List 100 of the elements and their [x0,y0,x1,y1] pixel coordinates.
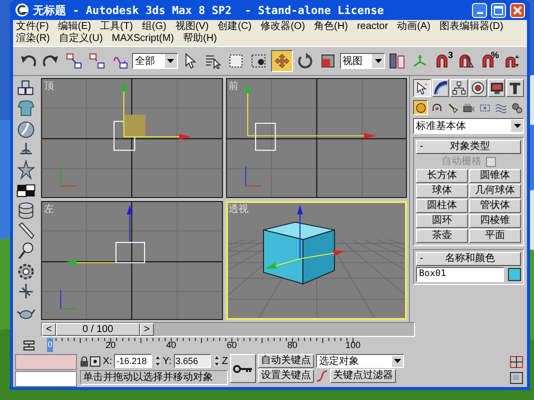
dropdown[interactable]: 视图 [340,53,385,69]
menu-item[interactable]: 图表编辑器(D) [439,21,504,33]
y-label: Y: [162,356,172,366]
object-type-button[interactable]: 圆环 [416,214,468,228]
spotlight-icon[interactable] [16,242,36,261]
axis-tripod-drawing [244,166,262,186]
listener-output-field[interactable] [15,354,77,370]
menu-item[interactable]: 帮助(H) [183,33,217,45]
snap-button[interactable]: 3 [432,50,454,72]
camera-icon [462,102,474,114]
menu-item[interactable]: 编辑(E) [58,21,92,33]
object-type-button[interactable]: 长方体 [416,169,468,183]
shapes-icon [430,102,442,114]
set-key-button[interactable] [230,354,256,383]
lock-icon[interactable] [80,356,88,366]
close-button[interactable] [510,2,525,18]
caret-icon [394,359,401,363]
undo-icon [20,53,36,69]
hierarchy-tab[interactable] [450,79,468,97]
utilities-tab[interactable] [506,79,524,97]
menu-item[interactable]: 创建(C) [218,21,252,33]
listener-input-field[interactable] [15,371,77,387]
hammer-icon [508,81,522,95]
next-frame-button[interactable]: > [140,323,154,336]
menu-item[interactable]: 自定义(U) [58,33,103,45]
snap-label: % [490,51,499,60]
frame-number: 80 [287,340,298,350]
rotate-icon [296,53,312,69]
object-type-button[interactable]: 球体 [416,184,468,198]
object-type-button[interactable]: 几何球体 [469,184,521,198]
y-coordinate-field[interactable]: 3.656 [174,354,212,368]
warp-icon [494,102,506,114]
menu-item[interactable]: 组(G) [142,21,166,33]
close-icon [513,6,522,14]
auto-key-button[interactable]: 自动关键点 [258,354,314,368]
zoom-extents-icon[interactable] [510,372,523,384]
menu-item[interactable]: 工具(T) [100,21,133,33]
pivot-icon [389,53,405,69]
viewport-layout-icon[interactable] [510,356,523,368]
rollout-header[interactable]: - 对象类型 [416,140,521,154]
key-filters-button[interactable]: 关键点过滤器 [330,369,396,383]
menu-item[interactable]: MAXScript(M) [112,33,174,45]
menu-item[interactable]: 视图(V) [175,21,209,33]
angle-magnet-icon [458,53,474,69]
color-swatch[interactable] [508,268,521,281]
snap-label: 3 [448,51,453,60]
absolute-mode-icon[interactable] [90,356,101,366]
sphere-icon[interactable] [16,120,36,139]
app-logo-icon [15,3,29,17]
key-mode-dropdown[interactable]: 选定对象 [316,354,404,368]
window-title: 无标题 - Autodesk 3ds Max 8 SP2 - Stand-alone License [33,2,385,18]
time-slider-thumb[interactable]: 0 / 100 [56,323,140,336]
spinner-icon[interactable] [154,355,161,367]
menu-item[interactable]: 修改器(O) [260,21,306,33]
rollout-header[interactable]: - 名称和颜色 [416,252,521,266]
list-pointer-icon [204,53,220,69]
object-type-button[interactable]: 管状体 [469,199,521,213]
rollout-title: 名称和颜色 [444,253,496,265]
snap-button[interactable]: % [478,50,500,72]
x-coordinate-field[interactable]: -16.218 [114,354,152,368]
key-mode-icon[interactable] [23,340,35,350]
menu-item[interactable]: 文件(F) [16,21,49,33]
minimize-button[interactable] [472,2,487,18]
gear-icon[interactable] [16,262,36,282]
pencil-icon[interactable] [16,221,36,241]
object-name-field[interactable]: Box01 [416,267,504,282]
shirt-icon[interactable] [16,99,36,119]
systems-category-button[interactable] [509,100,524,115]
move-button[interactable] [270,50,292,72]
dropdown-value: 视图 [342,54,362,68]
tangent-curve-icon[interactable] [316,370,328,382]
category-dropdown[interactable]: 标准基本体 [413,118,524,134]
set-key-mode-button[interactable]: 设置关键点 [258,369,314,383]
motion-tab[interactable] [469,79,487,97]
status-prompt: 单击并拖动以选择并移动对象 [80,370,228,385]
menu-item[interactable]: 渲染(R) [16,33,50,45]
object-type-button[interactable]: 圆柱体 [416,199,468,213]
z-label: Z [222,356,228,366]
object-type-button[interactable]: 圆锥体 [469,169,521,183]
redo-icon [43,53,59,69]
dropdown[interactable]: 全部 [132,53,178,69]
wheel-icon [470,81,485,95]
previous-frame-button[interactable]: < [42,323,56,336]
monitor-icon [490,81,504,95]
menu-item[interactable]: 动画(A) [397,21,430,33]
menu-item[interactable]: 角色(H) [314,21,348,33]
crossing-select-icon [250,53,266,69]
disc-stack-icon[interactable] [16,200,36,220]
geometry-category-button[interactable] [413,100,428,115]
star-icon[interactable] [16,160,36,180]
create-tab[interactable] [413,79,431,97]
display-tab[interactable] [488,79,506,97]
spinner-icon[interactable] [214,355,220,367]
modify-tab[interactable] [432,79,450,97]
menu-item[interactable]: reactor [356,21,388,33]
object-type-button[interactable]: 茶壶 [416,229,468,243]
move-icon [274,53,290,69]
maximize-button[interactable] [491,2,506,18]
object-type-button[interactable]: 四棱锥 [469,214,521,228]
object-type-button[interactable]: 平面 [469,229,521,243]
